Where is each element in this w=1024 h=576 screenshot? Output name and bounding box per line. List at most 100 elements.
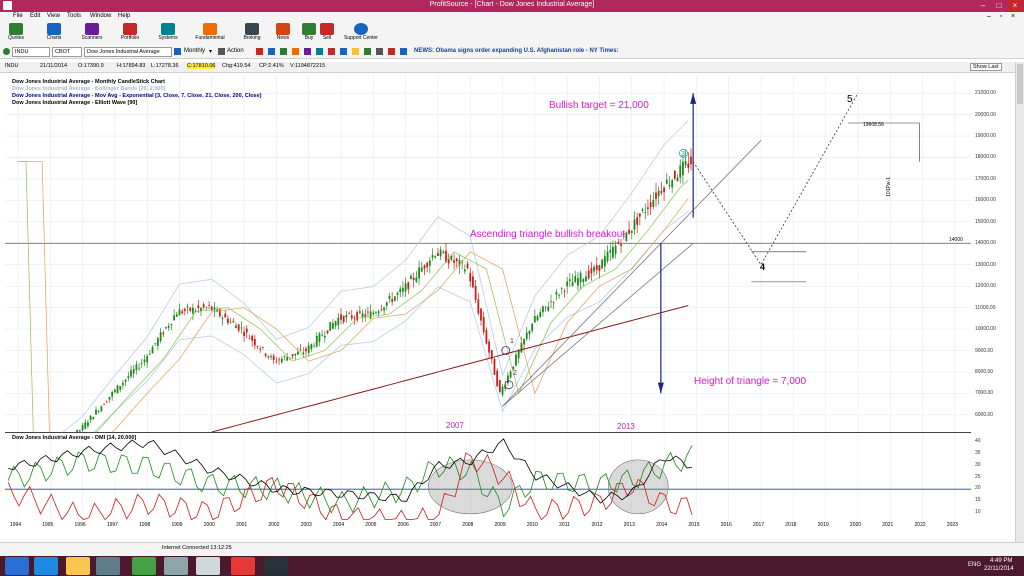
price-plot[interactable]: Dow Jones Industrial Average - Monthly C…: [5, 76, 971, 432]
time-tick-label: 2002: [268, 522, 280, 528]
tool-icon[interactable]: [388, 48, 395, 55]
period-icon: [174, 48, 181, 55]
dmi-tick-label: 20: [975, 485, 981, 492]
news-icon: [276, 23, 290, 35]
candle-body: [337, 317, 340, 326]
time-tick-label: 2000: [203, 522, 215, 528]
clock-time[interactable]: 4:49 PM: [990, 558, 1012, 564]
news-ticker[interactable]: NEWS: Obama signs order expanding U.S. A…: [414, 48, 619, 54]
action-menu[interactable]: Action: [227, 48, 244, 54]
candle-body: [410, 275, 412, 280]
systems-button[interactable]: Systems: [154, 22, 182, 46]
folder-icon[interactable]: [66, 557, 90, 575]
maximize-icon[interactable]: □: [992, 0, 1006, 11]
doc-minimize-icon[interactable]: –: [984, 12, 994, 22]
sell-button[interactable]: Sell: [316, 22, 338, 46]
price-axis[interactable]: 6000.00 7000.00 8000.00 9000.00 10000.00 1100…: [971, 76, 1015, 524]
language-indicator[interactable]: ENG: [968, 562, 981, 568]
tool-icon[interactable]: [340, 48, 347, 55]
tool-icon[interactable]: [400, 48, 407, 55]
profitsource-icon[interactable]: [231, 557, 255, 575]
candle-body: [396, 292, 399, 296]
broking-button[interactable]: Broking: [238, 22, 266, 46]
start-icon[interactable]: [5, 557, 29, 575]
period-select[interactable]: Monthly: [184, 48, 205, 54]
doc-close-icon[interactable]: ×: [1008, 12, 1018, 22]
tool-icon[interactable]: [292, 48, 299, 55]
candle-body: [159, 332, 162, 342]
minimize-icon[interactable]: –: [976, 0, 990, 11]
candle-body: [488, 341, 490, 353]
terminal-icon[interactable]: [264, 557, 288, 575]
browser-icon[interactable]: [34, 557, 58, 575]
vertical-scrollbar[interactable]: [1015, 62, 1024, 542]
symbol-input[interactable]: INDU: [12, 47, 50, 57]
tool-icon[interactable]: [364, 48, 371, 55]
menu-view[interactable]: View: [47, 13, 60, 19]
dmi-legend: Dow Jones Industrial Average - DMI [14, …: [12, 435, 137, 441]
candle-body: [684, 160, 687, 166]
tool-icon[interactable]: [376, 48, 383, 55]
price-tick-label: 20000.00: [975, 111, 996, 118]
candle-body: [496, 370, 499, 387]
app-icon[interactable]: [96, 557, 120, 575]
tool-icon[interactable]: [304, 48, 311, 55]
menu-tools[interactable]: Tools: [67, 13, 81, 19]
candle-body: [428, 260, 431, 266]
candle-body: [388, 295, 391, 299]
toolbar-label: Scanners: [81, 35, 103, 41]
candle-body: [423, 265, 426, 269]
candle-body: [523, 338, 525, 345]
time-tick-label: 1994: [9, 522, 22, 528]
chrome-icon[interactable]: [132, 557, 156, 575]
tool-icon[interactable]: [268, 48, 275, 55]
support-center-button[interactable]: Support Center: [338, 22, 384, 46]
price-tick-label: 18000.00: [975, 154, 996, 161]
security-name-field[interactable]: Dow Jones Industrial Average: [84, 47, 172, 57]
tool-icon[interactable]: [352, 48, 359, 55]
menu-edit[interactable]: Edit: [30, 13, 40, 19]
candle-body: [507, 375, 509, 384]
notes-icon[interactable]: [196, 557, 220, 575]
time-tick-label: 2021: [882, 522, 894, 528]
doc-restore-icon[interactable]: ▫: [996, 12, 1006, 22]
news-button[interactable]: News: [272, 22, 294, 46]
portfolio-button[interactable]: Portfolio: [116, 22, 144, 46]
candle-body: [321, 335, 324, 337]
quotes-button[interactable]: Quotes: [4, 22, 28, 46]
candle-body: [167, 325, 170, 328]
exchange-select[interactable]: CBOT: [52, 47, 82, 57]
candle-body: [612, 246, 614, 258]
document-icon[interactable]: [164, 557, 188, 575]
show-last-button[interactable]: Show Last: [970, 63, 1002, 71]
time-tick-label: 2018: [785, 522, 797, 528]
scanners-button[interactable]: Scanners: [78, 22, 106, 46]
candle-body: [372, 312, 375, 315]
chevron-down-icon[interactable]: ▾: [209, 48, 212, 55]
candle-body: [442, 251, 445, 253]
fundamental-button[interactable]: Fundamental: [192, 22, 228, 46]
candle-body: [585, 276, 587, 282]
dmi-chart: [5, 433, 971, 522]
wave5-target-bracket: [848, 122, 920, 162]
charts-icon: [47, 23, 61, 35]
tool-icon[interactable]: [328, 48, 335, 55]
charts-button[interactable]: Charts: [42, 22, 66, 46]
scroll-thumb[interactable]: [1017, 64, 1023, 104]
tool-icon[interactable]: [316, 48, 323, 55]
candle-body: [208, 304, 210, 306]
menu-file[interactable]: File: [13, 13, 23, 19]
time-tick-label: 1997: [106, 522, 118, 528]
menu-help[interactable]: Help: [118, 13, 130, 19]
dmi-panel[interactable]: Dow Jones Industrial Average - DMI [14, …: [5, 432, 971, 522]
menu-window[interactable]: Window: [90, 13, 111, 19]
candle-body: [418, 267, 420, 279]
close-icon[interactable]: ×: [1008, 0, 1022, 11]
tool-icon[interactable]: [256, 48, 263, 55]
time-axis[interactable]: 1994 1995 1996 1997 1998 1999 2000 2001 2002 2003…: [5, 521, 971, 530]
clock-date[interactable]: 22/11/2014: [984, 566, 1014, 572]
action-icon: [218, 48, 225, 55]
sell-icon: [320, 23, 334, 35]
wave-5-label: 5: [847, 94, 853, 105]
tool-icon[interactable]: [280, 48, 287, 55]
